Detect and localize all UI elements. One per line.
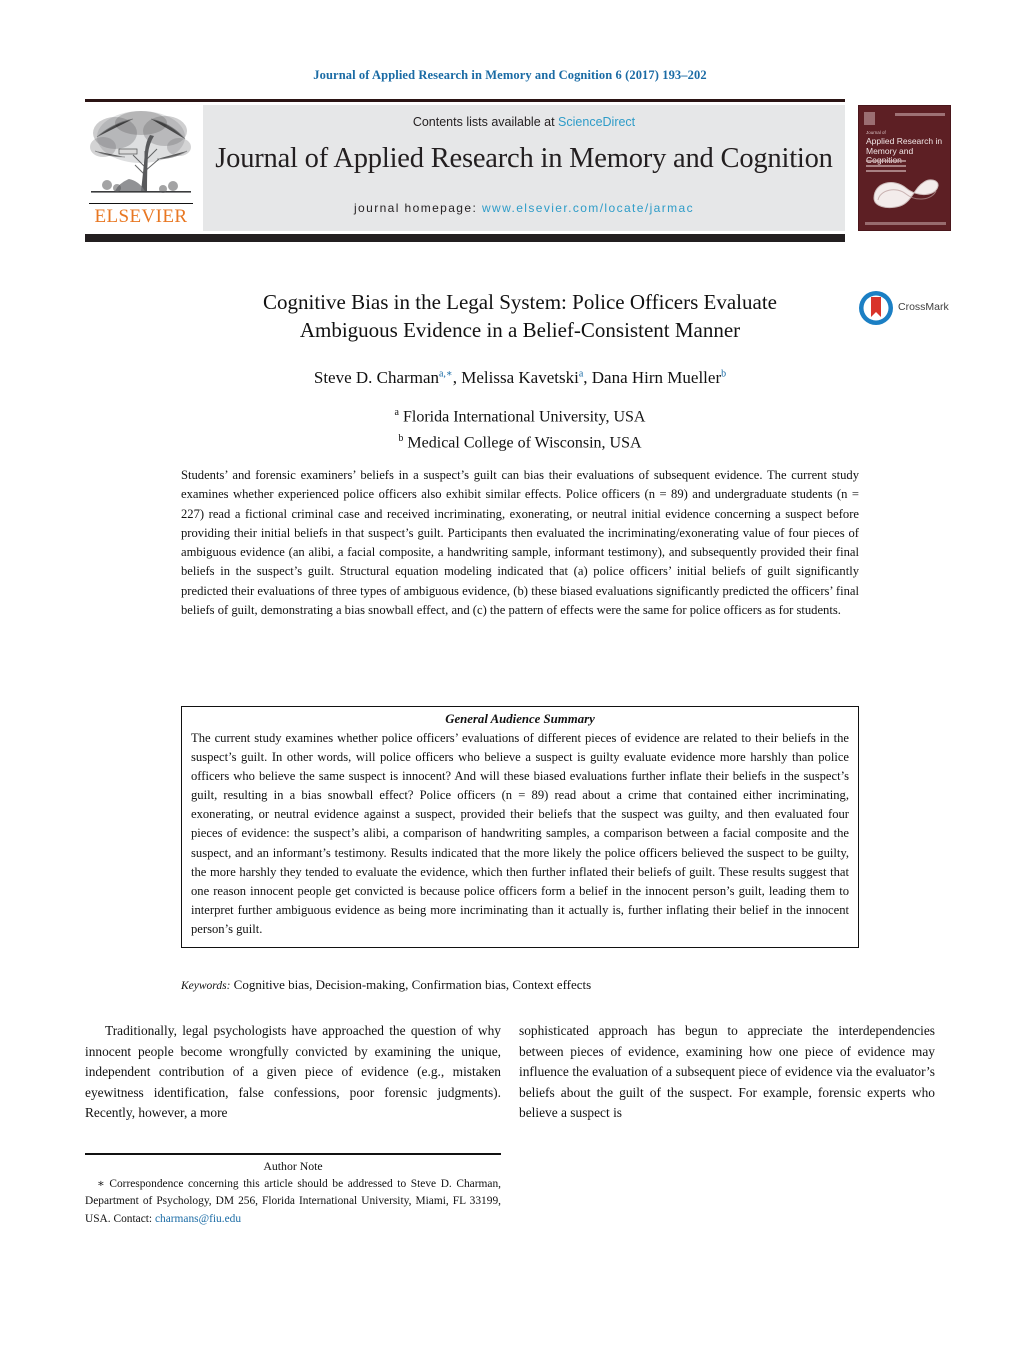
keywords-label: Keywords: xyxy=(181,980,231,992)
title-line-2: Ambiguous Evidence in a Belief-Consisten… xyxy=(299,318,741,342)
author-affil-mark-1: a,∗ xyxy=(438,368,453,380)
journal-masthead: ELSEVIER Contents lists available at Sci… xyxy=(85,105,845,231)
body-column-left: Traditionally, legal psychologists have … xyxy=(85,1021,501,1131)
keywords: Keywords: Cognitive bias, Decision-makin… xyxy=(181,977,859,993)
general-audience-summary-title: General Audience Summary xyxy=(445,712,595,726)
title-line-1: Cognitive Bias in the Legal System: Poli… xyxy=(263,290,777,314)
affiliation-text-b: Medical College of Wisconsin, USA xyxy=(407,434,642,452)
elsevier-logo[interactable]: ELSEVIER xyxy=(85,105,197,231)
author-email-link[interactable]: charmans@fiu.edu xyxy=(155,1213,241,1225)
author-affil-mark-3: b xyxy=(721,368,727,380)
contents-prefix: Contents lists available at xyxy=(412,115,555,129)
footnote-rule xyxy=(85,1153,501,1156)
affiliation-item-a: a Florida International University, USA xyxy=(150,402,890,428)
general-audience-summary: General Audience Summary The current stu… xyxy=(181,706,859,949)
author-note-body: ∗ Correspondence concerning this article… xyxy=(85,1176,501,1228)
masthead-center-panel: Contents lists available at ScienceDirec… xyxy=(203,105,845,231)
author-note-title: Author Note xyxy=(263,1159,323,1173)
author-name-1: Steve D. Charman xyxy=(313,368,439,387)
journal-homepage-link[interactable]: www.elsevier.com/locate/jarmac xyxy=(482,201,694,215)
running-head: Journal of Applied Research in Memory an… xyxy=(313,68,707,82)
author-note: Author Note ∗ Correspondence concerning … xyxy=(85,1158,501,1228)
crossmark-icon xyxy=(859,291,893,325)
crossmark-label: CrossMark xyxy=(898,301,949,313)
author-affil-mark-2: a xyxy=(578,368,584,380)
abstract: Students’ and forensic examiners’ belief… xyxy=(181,468,859,618)
affiliation-mark-a: a xyxy=(394,407,399,418)
cover-line1: Journal of xyxy=(866,130,886,135)
body-column-right: sophisticated approach has begun to appr… xyxy=(519,1021,935,1131)
body-paragraph-right: sophisticated approach has begun to appr… xyxy=(519,1023,935,1121)
affiliation-text-a: Florida International University, USA xyxy=(402,408,646,426)
cover-elsevier-mark-icon xyxy=(864,112,875,125)
author-note-text: ∗ Correspondence concerning this article… xyxy=(85,1178,501,1225)
author-list: Steve D. Charmana,∗, Melissa Kavetskia, … xyxy=(313,368,727,387)
sciencedirect-link[interactable]: ScienceDirect xyxy=(558,115,635,129)
elsevier-tree-icon xyxy=(90,111,191,193)
crossmark-badge[interactable]: CrossMark xyxy=(858,290,958,330)
affiliation-list: a Florida International University, USA … xyxy=(150,402,890,455)
keywords-value: Cognitive bias, Decision-making, Confirm… xyxy=(233,977,592,992)
affiliation-item-b: b Medical College of Wisconsin, USA xyxy=(150,428,890,454)
journal-cover-mobius-icon xyxy=(873,179,939,209)
cover-bottom-banner xyxy=(865,222,946,225)
masthead-top-rule xyxy=(85,99,845,102)
masthead-bottom-rule xyxy=(85,234,845,242)
body-paragraph-left: Traditionally, legal psychologists have … xyxy=(85,1023,501,1121)
journal-cover-thumbnail[interactable]: Journal of Applied Research in Memory an… xyxy=(858,105,951,231)
affiliation-mark-b: b xyxy=(398,433,404,445)
cover-top-banner xyxy=(895,113,945,116)
elsevier-wordmark: ELSEVIER xyxy=(94,206,188,227)
homepage-prefix: journal homepage: xyxy=(353,201,478,215)
journal-title: Journal of Applied Research in Memory an… xyxy=(215,143,833,174)
author-name-2: Melissa Kavetski xyxy=(461,368,579,387)
journal-homepage-line: journal homepage: www.elsevier.com/locat… xyxy=(203,201,845,215)
page-title: Cognitive Bias in the Legal System: Poli… xyxy=(210,288,830,344)
contents-lists-line: Contents lists available at ScienceDirec… xyxy=(203,115,845,129)
general-audience-summary-body: The current study examines whether polic… xyxy=(191,731,849,936)
cover-subtext-lines xyxy=(866,160,906,175)
elsevier-logo-rule xyxy=(89,202,193,204)
author-name-3: Dana Hirn Mueller xyxy=(591,368,722,387)
article-page: Journal of Applied Research in Memory an… xyxy=(0,0,1020,1351)
